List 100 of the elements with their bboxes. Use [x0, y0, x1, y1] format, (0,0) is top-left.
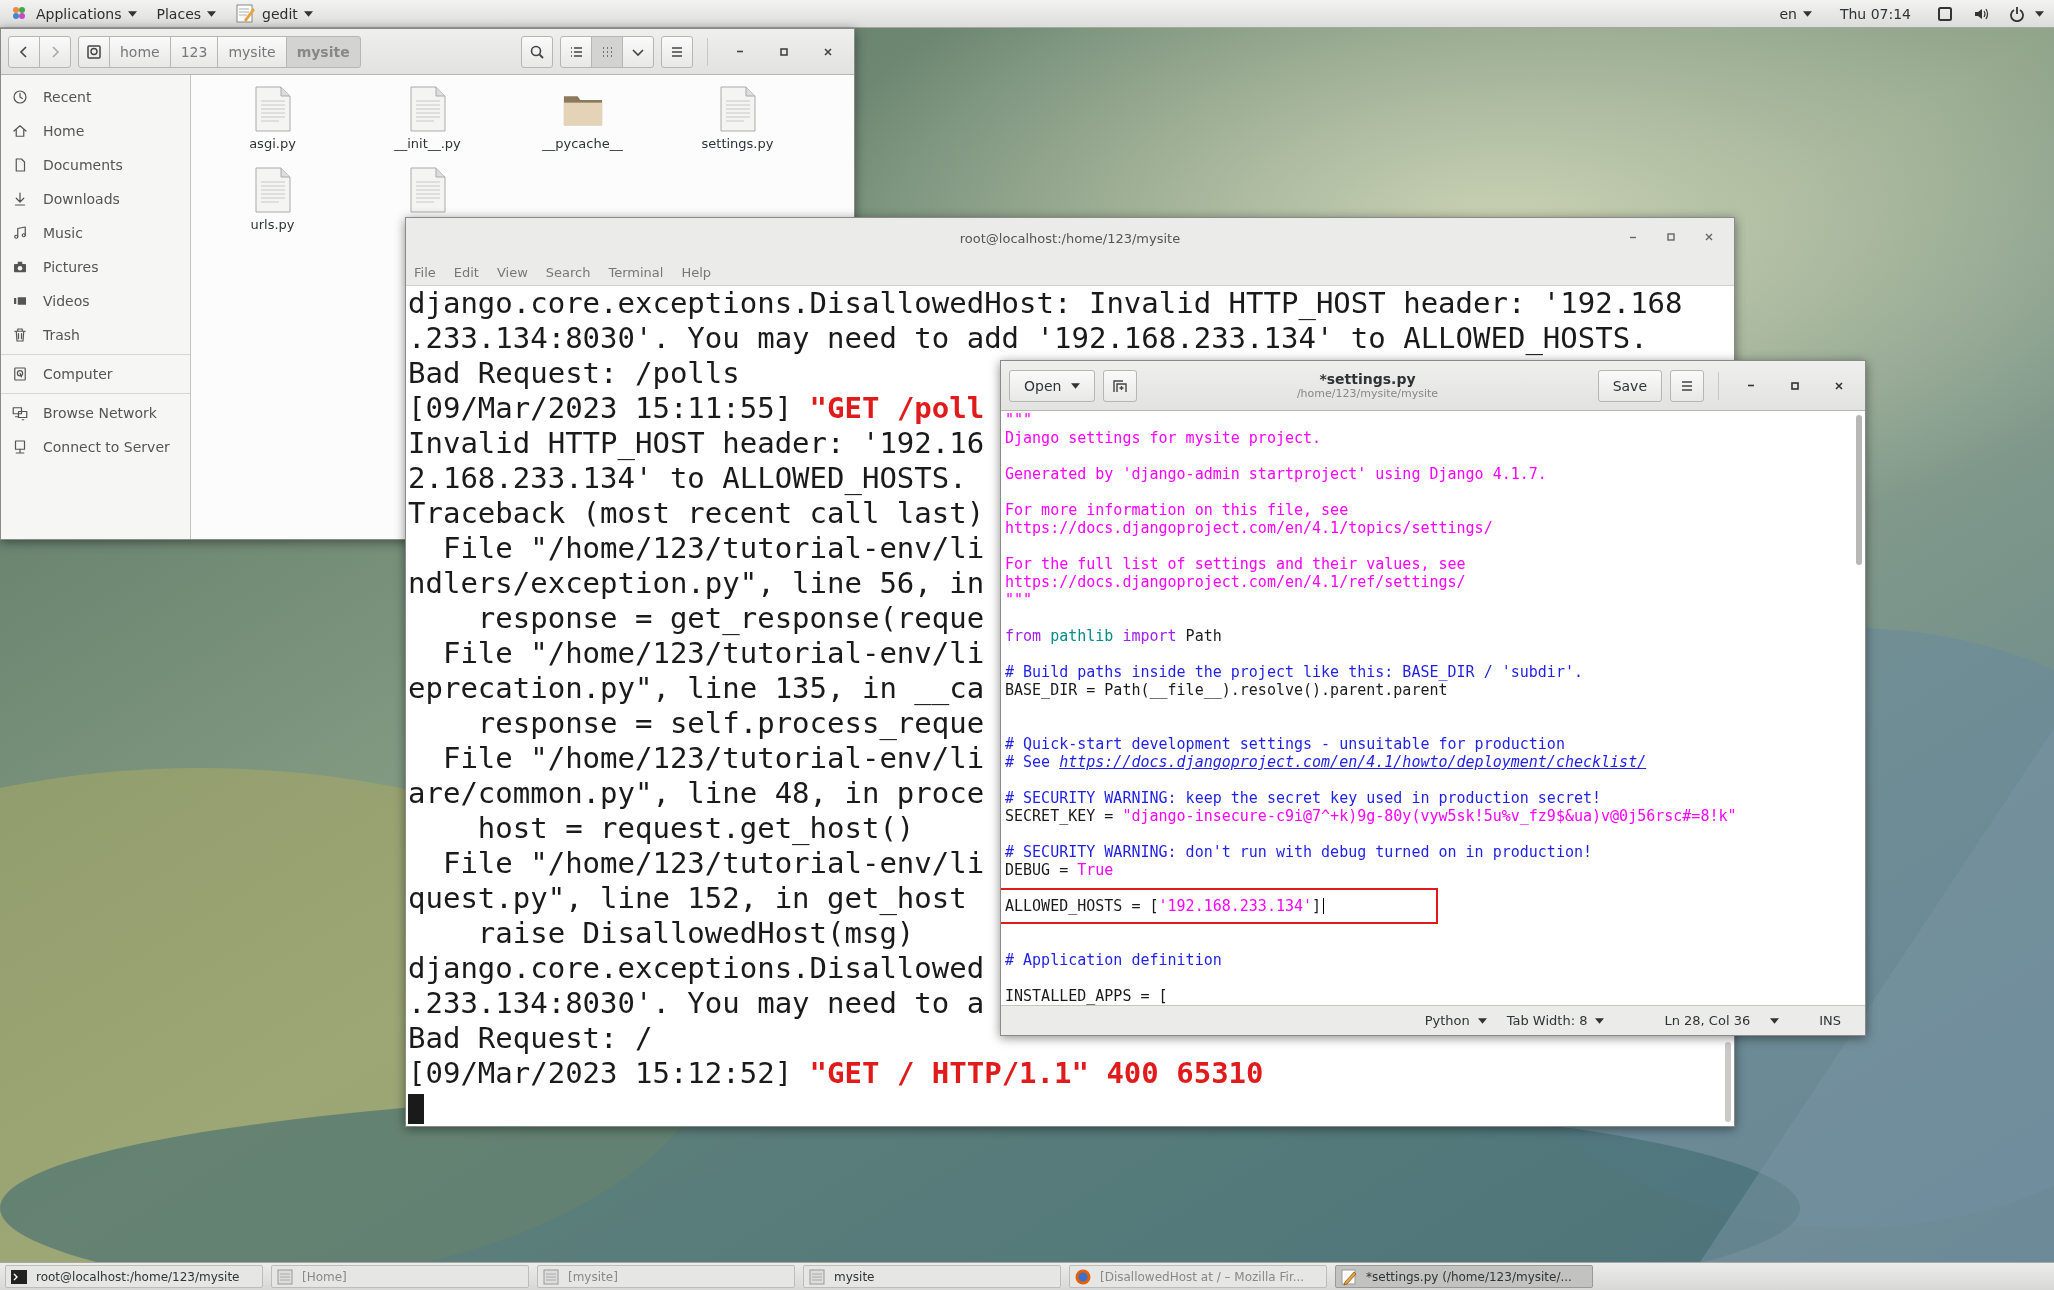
sidebar-item[interactable]: Downloads [1, 182, 190, 216]
maximize-icon [1665, 231, 1677, 243]
back-button[interactable] [8, 35, 40, 68]
language-dropdown[interactable]: Python [1414, 1013, 1497, 1028]
file-name[interactable]: urls.py [250, 217, 295, 232]
sidebar-item[interactable]: Pictures [1, 250, 190, 284]
top-menu[interactable]: gedit [226, 0, 323, 27]
window-icon[interactable] [1937, 5, 1953, 22]
new-tab-icon [1112, 377, 1129, 394]
code-line: # Quick-start development settings - unsuitable for production [1005, 735, 1565, 753]
view-options-button[interactable] [622, 35, 654, 68]
menu-item[interactable]: File [414, 264, 436, 280]
code-line: # SECURITY WARNING: keep the secret key used in production secret! [1005, 789, 1602, 807]
cursor-position[interactable]: Ln 28, Col 36 [1654, 1013, 1761, 1028]
terminal-line: .233.134:8030'. You may need to a [408, 986, 985, 1021]
new-tab-button[interactable] [1103, 369, 1138, 402]
save-button[interactable]: Save [1597, 369, 1662, 402]
terminal-line: 2.168.233.134' to ALLOWED_HOSTS. [408, 461, 967, 496]
maximize-icon [1789, 379, 1801, 392]
language-menu[interactable]: en [1769, 0, 1832, 27]
sidebar-item[interactable]: Trash [1, 318, 190, 352]
home-icon [11, 122, 29, 140]
sidebar-item[interactable]: Videos [1, 284, 190, 318]
scrollbar[interactable] [1856, 415, 1862, 565]
maximize-icon [778, 45, 790, 58]
top-menu[interactable]: Applications [0, 0, 147, 27]
sidebar-item[interactable]: Home [1, 114, 190, 148]
code-line: # Build paths inside the project like this: BASE_DIR / 'subdir'. [1005, 663, 1583, 681]
terminal-line: Invalid HTTP_HOST header: '192.16 [408, 426, 985, 461]
list-view-button[interactable] [560, 35, 592, 68]
minimize-icon [736, 50, 744, 53]
terminal-line: Traceback (most recent call last) [408, 496, 985, 531]
path-button[interactable]: home [109, 35, 171, 68]
app-icon [236, 3, 257, 24]
scrollbar[interactable] [1725, 1042, 1731, 1122]
sidebar-item[interactable]: Documents [1, 148, 190, 182]
caret-icon[interactable] [2035, 10, 2044, 17]
file-name[interactable]: __pycache__ [542, 136, 623, 151]
path-button[interactable]: mysite [217, 35, 287, 68]
terminal-line: response = self.process_reque [476, 706, 985, 741]
window-title: *settings.py [1319, 371, 1416, 387]
terminal-line: quest.py", line 152, in get_host [408, 881, 967, 916]
terminal-line: django.core.exceptions.DisallowedHost: Invalid HTTP_HOST header: '192.168 [408, 286, 1683, 321]
http-request: "GET /poll [809, 391, 985, 426]
taskbar-item[interactable]: root@localhost:/home/123/mysite [5, 1265, 263, 1288]
path-button[interactable]: 123 [169, 35, 219, 68]
code-line: For more information on this file, see [1005, 501, 1349, 519]
sidebar-item[interactable]: Computer [1, 357, 190, 391]
open-button[interactable]: Open [1009, 369, 1096, 402]
code-line: For the full list of settings and their values, see [1005, 555, 1466, 573]
sidebar-item[interactable]: Browse Network [1, 396, 190, 430]
computer-icon [11, 365, 29, 383]
location-button[interactable] [78, 35, 110, 68]
terminal-line: eprecation.py", line 135, in __ca [408, 671, 985, 706]
menu-item[interactable]: Edit [453, 264, 479, 280]
file-name[interactable]: __init__.py [394, 136, 461, 151]
menu-item[interactable]: Search [545, 264, 591, 280]
code-line: INSTALLED_APPS = [ [1005, 987, 1168, 1005]
caret-icon [207, 10, 217, 17]
folder-icon [542, 1267, 560, 1286]
code-line: """ [1005, 411, 1033, 429]
close-icon [1833, 379, 1845, 392]
minimize-icon [1629, 235, 1637, 239]
terminal-line: Bad Request: /polls [408, 356, 740, 391]
terminal-line: are/common.py", line 48, in proce [408, 776, 985, 811]
sidebar-item[interactable]: Connect to Server [1, 430, 190, 464]
code-line: ALLOWED_HOSTS = ['192.168.233.134'] [1005, 897, 1322, 915]
clock[interactable]: Thu 07:14 [1831, 5, 1927, 22]
code-line: BASE_DIR = Path(__file__).resolve().parent.parent [1005, 681, 1448, 699]
file-path: /home/123/mysite/mysite [1296, 387, 1439, 400]
taskbar-item[interactable]: *settings.py (/home/123/mysite/... [1335, 1265, 1593, 1288]
terminal-line: Bad Request: / [408, 1021, 653, 1056]
menu-button[interactable] [661, 35, 693, 68]
http-request: "GET / HTTP/1.1" 400 65310 [809, 1056, 1264, 1091]
menu-item[interactable]: Terminal [608, 264, 664, 280]
terminal-icon [10, 1267, 28, 1286]
recent-icon [11, 88, 29, 106]
file-name[interactable]: asgi.py [249, 136, 296, 151]
code-line: # SECURITY WARNING: don't run with debug turned on in production! [1005, 843, 1592, 861]
search-button[interactable] [521, 35, 553, 68]
code-line: https://docs.djangoproject.com/en/4.1/ref/settings/ [1005, 573, 1466, 591]
sidebar-item[interactable]: Music [1, 216, 190, 250]
caret-icon[interactable] [1770, 1017, 1780, 1024]
power-icon[interactable] [2009, 5, 2025, 22]
tab-width-dropdown[interactable]: Tab Width: 8 [1496, 1013, 1615, 1028]
sidebar-item[interactable]: Recent [1, 80, 190, 114]
menu-item[interactable]: Help [681, 264, 712, 280]
top-menu[interactable]: Places [146, 0, 227, 27]
menu-item[interactable]: View [496, 264, 528, 280]
forward-button[interactable] [39, 35, 71, 68]
link[interactable]: https://docs.djangoproject.com/en/4.1/howto/deployment/checklist/ [1059, 753, 1647, 771]
music-icon [11, 224, 29, 242]
code-line: Generated by 'django-admin startproject' using Django 4.1.7. [1005, 465, 1547, 483]
code-line: # Application definition [1005, 951, 1222, 969]
code-line: DEBUG = True [1005, 861, 1114, 879]
menu-button[interactable] [1670, 369, 1704, 402]
taskbar-item[interactable]: mysite [803, 1265, 1061, 1288]
code-line: """ [1005, 591, 1033, 609]
caret-icon [1595, 1017, 1605, 1024]
file-name[interactable]: settings.py [701, 136, 774, 151]
